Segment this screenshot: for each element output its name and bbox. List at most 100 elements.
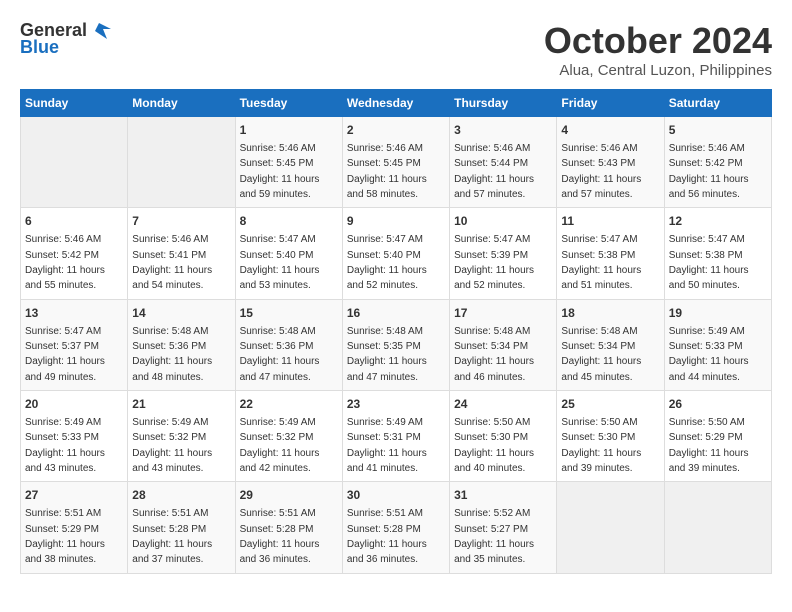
day-sunrise: Sunrise: 5:52 AMSunset: 5:27 PMDaylight:… (454, 508, 534, 565)
day-number: 11 (561, 213, 659, 230)
calendar-cell: 11 Sunrise: 5:47 AMSunset: 5:38 PMDaylig… (557, 208, 664, 299)
calendar-cell: 21 Sunrise: 5:49 AMSunset: 5:32 PMDaylig… (128, 391, 235, 482)
calendar-cell: 10 Sunrise: 5:47 AMSunset: 5:39 PMDaylig… (450, 208, 557, 299)
calendar-week-row: 6 Sunrise: 5:46 AMSunset: 5:42 PMDayligh… (21, 208, 772, 299)
day-sunrise: Sunrise: 5:46 AMSunset: 5:41 PMDaylight:… (132, 234, 212, 291)
calendar-cell: 17 Sunrise: 5:48 AMSunset: 5:34 PMDaylig… (450, 299, 557, 390)
calendar-cell: 19 Sunrise: 5:49 AMSunset: 5:33 PMDaylig… (664, 299, 771, 390)
calendar-week-row: 20 Sunrise: 5:49 AMSunset: 5:33 PMDaylig… (21, 391, 772, 482)
calendar-cell: 15 Sunrise: 5:48 AMSunset: 5:36 PMDaylig… (235, 299, 342, 390)
calendar-cell (664, 482, 771, 573)
calendar-cell: 8 Sunrise: 5:47 AMSunset: 5:40 PMDayligh… (235, 208, 342, 299)
day-sunrise: Sunrise: 5:51 AMSunset: 5:29 PMDaylight:… (25, 508, 105, 565)
day-number: 15 (240, 305, 338, 322)
day-number: 25 (561, 396, 659, 413)
day-sunrise: Sunrise: 5:47 AMSunset: 5:38 PMDaylight:… (561, 234, 641, 291)
calendar-cell: 16 Sunrise: 5:48 AMSunset: 5:35 PMDaylig… (342, 299, 449, 390)
day-number: 28 (132, 487, 230, 504)
col-saturday: Saturday (664, 90, 771, 117)
day-number: 9 (347, 213, 445, 230)
day-sunrise: Sunrise: 5:48 AMSunset: 5:36 PMDaylight:… (240, 326, 320, 383)
day-number: 8 (240, 213, 338, 230)
day-sunrise: Sunrise: 5:47 AMSunset: 5:37 PMDaylight:… (25, 326, 105, 383)
calendar-cell: 30 Sunrise: 5:51 AMSunset: 5:28 PMDaylig… (342, 482, 449, 573)
calendar-cell: 22 Sunrise: 5:49 AMSunset: 5:32 PMDaylig… (235, 391, 342, 482)
day-number: 1 (240, 122, 338, 139)
calendar-cell: 3 Sunrise: 5:46 AMSunset: 5:44 PMDayligh… (450, 117, 557, 208)
calendar-cell: 6 Sunrise: 5:46 AMSunset: 5:42 PMDayligh… (21, 208, 128, 299)
logo-bird-icon (89, 21, 111, 41)
day-number: 5 (669, 122, 767, 139)
logo-blue: Blue (20, 37, 59, 58)
location-subtitle: Alua, Central Luzon, Philippines (544, 62, 772, 79)
day-sunrise: Sunrise: 5:51 AMSunset: 5:28 PMDaylight:… (347, 508, 427, 565)
calendar-header-row: Sunday Monday Tuesday Wednesday Thursday… (21, 90, 772, 117)
day-sunrise: Sunrise: 5:50 AMSunset: 5:29 PMDaylight:… (669, 417, 749, 474)
calendar-cell: 20 Sunrise: 5:49 AMSunset: 5:33 PMDaylig… (21, 391, 128, 482)
day-sunrise: Sunrise: 5:46 AMSunset: 5:44 PMDaylight:… (454, 143, 534, 200)
calendar-cell (128, 117, 235, 208)
day-sunrise: Sunrise: 5:46 AMSunset: 5:45 PMDaylight:… (240, 143, 320, 200)
day-number: 6 (25, 213, 123, 230)
calendar-cell: 28 Sunrise: 5:51 AMSunset: 5:28 PMDaylig… (128, 482, 235, 573)
day-number: 10 (454, 213, 552, 230)
day-sunrise: Sunrise: 5:48 AMSunset: 5:34 PMDaylight:… (454, 326, 534, 383)
day-number: 16 (347, 305, 445, 322)
col-sunday: Sunday (21, 90, 128, 117)
day-sunrise: Sunrise: 5:49 AMSunset: 5:33 PMDaylight:… (669, 326, 749, 383)
col-thursday: Thursday (450, 90, 557, 117)
day-number: 4 (561, 122, 659, 139)
day-number: 21 (132, 396, 230, 413)
day-sunrise: Sunrise: 5:47 AMSunset: 5:39 PMDaylight:… (454, 234, 534, 291)
calendar-cell: 7 Sunrise: 5:46 AMSunset: 5:41 PMDayligh… (128, 208, 235, 299)
day-number: 18 (561, 305, 659, 322)
col-wednesday: Wednesday (342, 90, 449, 117)
day-sunrise: Sunrise: 5:49 AMSunset: 5:33 PMDaylight:… (25, 417, 105, 474)
day-number: 2 (347, 122, 445, 139)
calendar-cell: 31 Sunrise: 5:52 AMSunset: 5:27 PMDaylig… (450, 482, 557, 573)
calendar-cell (557, 482, 664, 573)
day-number: 22 (240, 396, 338, 413)
day-sunrise: Sunrise: 5:48 AMSunset: 5:35 PMDaylight:… (347, 326, 427, 383)
day-sunrise: Sunrise: 5:50 AMSunset: 5:30 PMDaylight:… (454, 417, 534, 474)
day-sunrise: Sunrise: 5:46 AMSunset: 5:45 PMDaylight:… (347, 143, 427, 200)
calendar-cell: 25 Sunrise: 5:50 AMSunset: 5:30 PMDaylig… (557, 391, 664, 482)
calendar-cell: 1 Sunrise: 5:46 AMSunset: 5:45 PMDayligh… (235, 117, 342, 208)
calendar-cell: 23 Sunrise: 5:49 AMSunset: 5:31 PMDaylig… (342, 391, 449, 482)
calendar-table: Sunday Monday Tuesday Wednesday Thursday… (20, 89, 772, 574)
day-sunrise: Sunrise: 5:51 AMSunset: 5:28 PMDaylight:… (132, 508, 212, 565)
day-number: 19 (669, 305, 767, 322)
calendar-cell: 29 Sunrise: 5:51 AMSunset: 5:28 PMDaylig… (235, 482, 342, 573)
day-sunrise: Sunrise: 5:49 AMSunset: 5:32 PMDaylight:… (240, 417, 320, 474)
calendar-cell: 26 Sunrise: 5:50 AMSunset: 5:29 PMDaylig… (664, 391, 771, 482)
calendar-cell: 24 Sunrise: 5:50 AMSunset: 5:30 PMDaylig… (450, 391, 557, 482)
day-number: 30 (347, 487, 445, 504)
month-title: October 2024 (544, 20, 772, 62)
calendar-cell: 9 Sunrise: 5:47 AMSunset: 5:40 PMDayligh… (342, 208, 449, 299)
calendar-cell: 27 Sunrise: 5:51 AMSunset: 5:29 PMDaylig… (21, 482, 128, 573)
calendar-cell: 2 Sunrise: 5:46 AMSunset: 5:45 PMDayligh… (342, 117, 449, 208)
title-block: October 2024 Alua, Central Luzon, Philip… (544, 20, 772, 79)
calendar-week-row: 13 Sunrise: 5:47 AMSunset: 5:37 PMDaylig… (21, 299, 772, 390)
calendar-cell: 5 Sunrise: 5:46 AMSunset: 5:42 PMDayligh… (664, 117, 771, 208)
col-tuesday: Tuesday (235, 90, 342, 117)
calendar-cell: 14 Sunrise: 5:48 AMSunset: 5:36 PMDaylig… (128, 299, 235, 390)
day-sunrise: Sunrise: 5:48 AMSunset: 5:34 PMDaylight:… (561, 326, 641, 383)
day-number: 14 (132, 305, 230, 322)
calendar-week-row: 27 Sunrise: 5:51 AMSunset: 5:29 PMDaylig… (21, 482, 772, 573)
day-sunrise: Sunrise: 5:46 AMSunset: 5:43 PMDaylight:… (561, 143, 641, 200)
day-number: 24 (454, 396, 552, 413)
day-number: 20 (25, 396, 123, 413)
day-sunrise: Sunrise: 5:50 AMSunset: 5:30 PMDaylight:… (561, 417, 641, 474)
day-sunrise: Sunrise: 5:46 AMSunset: 5:42 PMDaylight:… (25, 234, 105, 291)
calendar-cell: 18 Sunrise: 5:48 AMSunset: 5:34 PMDaylig… (557, 299, 664, 390)
day-number: 26 (669, 396, 767, 413)
page-header: General Blue October 2024 Alua, Central … (20, 20, 772, 79)
calendar-cell: 13 Sunrise: 5:47 AMSunset: 5:37 PMDaylig… (21, 299, 128, 390)
logo: General Blue (20, 20, 111, 58)
day-number: 23 (347, 396, 445, 413)
col-friday: Friday (557, 90, 664, 117)
logo-box: General Blue (20, 20, 111, 58)
day-number: 17 (454, 305, 552, 322)
day-number: 3 (454, 122, 552, 139)
